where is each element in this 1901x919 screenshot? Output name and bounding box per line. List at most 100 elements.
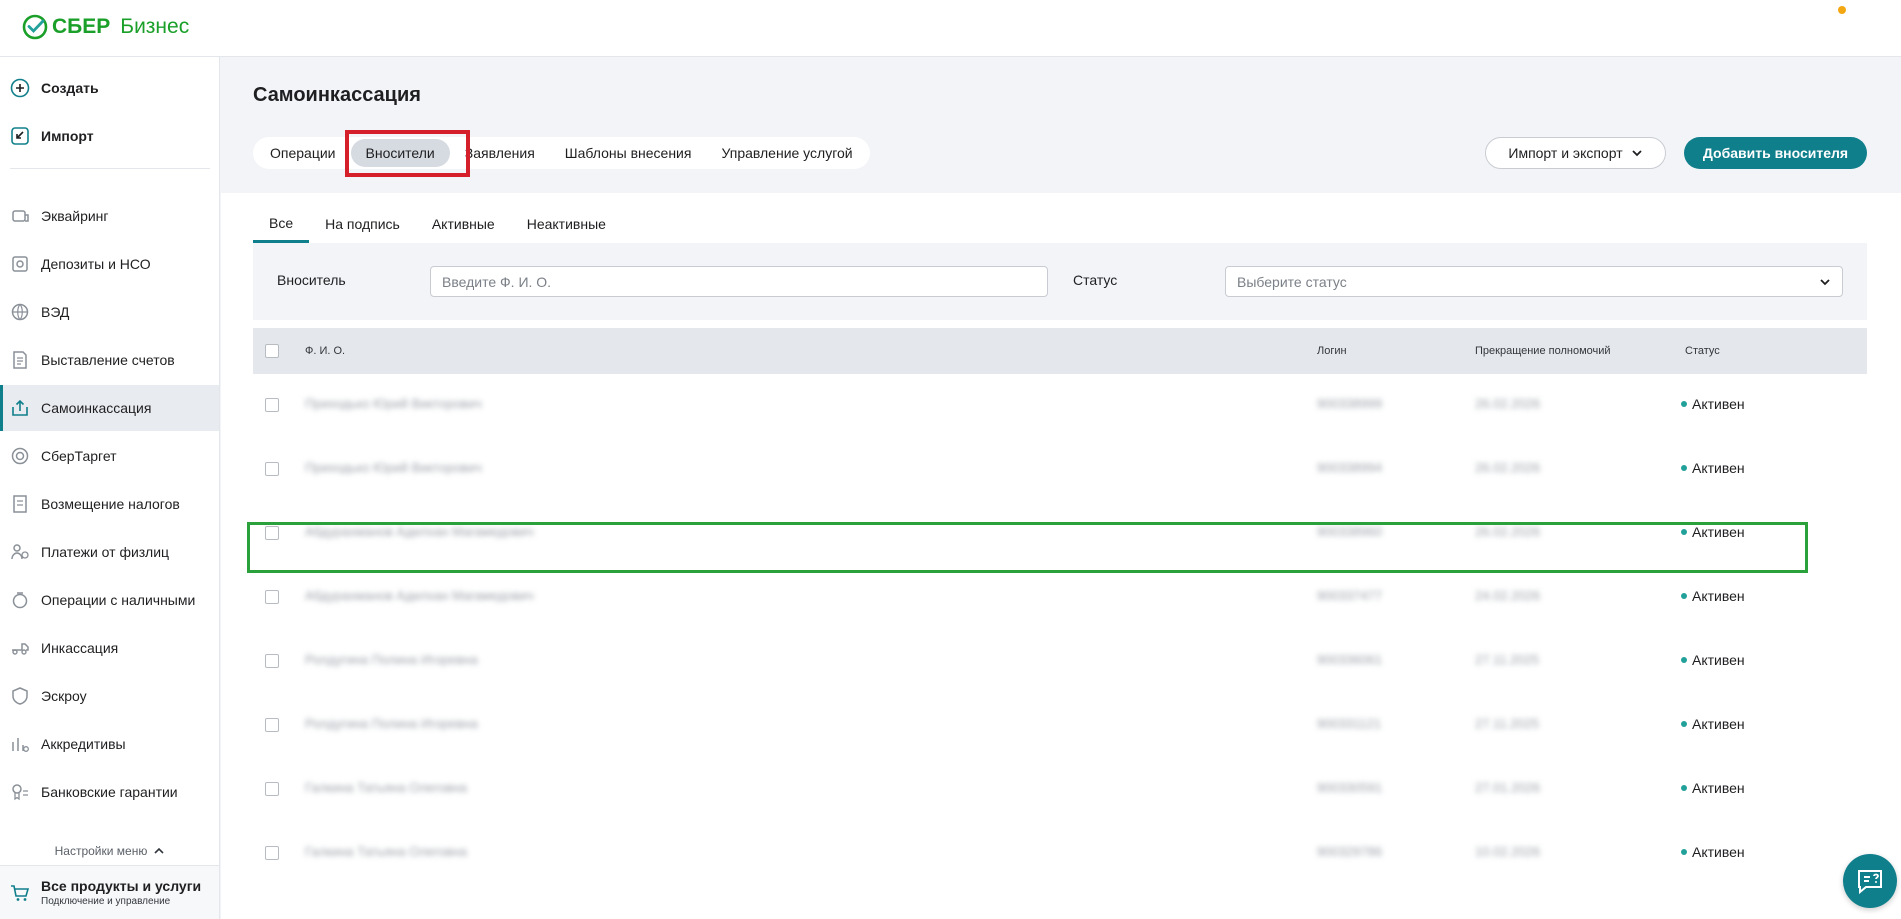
collection-icon [12, 643, 29, 655]
table-row[interactable]: Галкина Татьяна Олеговна 900329786 10.02… [253, 822, 1867, 886]
column-header-login[interactable]: Логин [1317, 345, 1347, 357]
section-tabs: Операции Вносители Заявления Шаблоны вне… [253, 137, 870, 169]
row-checkbox[interactable] [265, 590, 279, 604]
sidebar-item-cash-operations[interactable]: Операции с наличными [0, 577, 219, 623]
letter-of-credit-icon [12, 738, 29, 752]
subtab-active[interactable]: Активные [416, 205, 511, 243]
all-products-subtitle: Подключение и управление [41, 896, 171, 907]
depositor-name: Ролдугина Полина Игоревна [305, 716, 478, 731]
all-products-link[interactable]: Все продукты и услуги Подключение и упра… [0, 865, 219, 919]
import-export-button[interactable]: Импорт и экспорт [1485, 137, 1666, 169]
row-checkbox[interactable] [265, 462, 279, 476]
import-icon [11, 127, 29, 145]
tab-applications[interactable]: Заявления [450, 139, 550, 167]
sidebar-create-button[interactable]: Создать [0, 65, 219, 111]
table-row[interactable]: Абдурахманов Адилхан Магамедович 9003389… [253, 502, 1867, 566]
depositor-name: Приходько Юрий Викторович [305, 460, 482, 475]
depositor-name: Галкина Татьяна Олеговна [305, 780, 467, 795]
add-depositor-button[interactable]: Добавить вносителя [1684, 137, 1867, 169]
table-row[interactable]: Приходько Юрий Викторович 900338999 26.0… [253, 374, 1867, 438]
status-badge: Активен [1681, 652, 1745, 668]
table-row[interactable]: Галкина Татьяна Олеговна 900330591 27.01… [253, 758, 1867, 822]
authority-end-date: 26.02.2026 [1475, 460, 1541, 475]
row-checkbox[interactable] [265, 718, 279, 732]
target-icon [11, 447, 29, 465]
depositor-login: 900331121 [1317, 716, 1382, 731]
sidebar-item-person-payments[interactable]: Платежи от физлиц [0, 529, 219, 575]
sidebar-item-self-collection[interactable]: Самоинкассация [0, 385, 219, 431]
sidebar-import-button[interactable]: Импорт [0, 113, 219, 159]
row-checkbox[interactable] [265, 846, 279, 860]
sidebar-item-label: Самоинкассация [41, 400, 152, 416]
menu-settings-toggle[interactable]: Настройки меню [0, 840, 219, 862]
brand-suffix: Бизнес [120, 15, 190, 38]
table-row[interactable]: Приходько Юрий Викторович 900338994 26.0… [253, 438, 1867, 502]
status-text: Активен [1692, 780, 1745, 796]
authority-end-date: 26.02.2026 [1475, 396, 1541, 411]
depositor-name-placeholder: Введите Ф. И. О. [442, 273, 552, 290]
status-badge: Активен [1681, 588, 1745, 604]
sidebar: Создать Импорт Эквайринг Депозиты и НСО … [0, 57, 220, 919]
table-row[interactable]: Ролдугина Полина Игоревна 900331121 27.1… [253, 694, 1867, 758]
sidebar-import-label: Импорт [41, 128, 94, 144]
subtab-to-sign[interactable]: На подпись [309, 205, 416, 243]
status-text: Активен [1692, 396, 1745, 412]
status-dot [1681, 721, 1687, 727]
sidebar-item-letters-of-credit[interactable]: Аккредитивы [0, 721, 219, 767]
sidebar-item-label: Эквайринг [41, 208, 109, 224]
depositor-name: Приходько Юрий Викторович [305, 396, 482, 411]
sidebar-item-acquiring[interactable]: Эквайринг [0, 193, 219, 239]
depositor-name: Ролдугина Полина Игоревна [305, 652, 478, 667]
row-checkbox[interactable] [265, 782, 279, 796]
tab-service-management[interactable]: Управление услугой [706, 139, 867, 167]
depositor-name: Абдурахманов Адилхан Магамедович [305, 588, 534, 603]
subtab-all[interactable]: Все [253, 205, 310, 243]
chevron-down-icon [1820, 279, 1830, 286]
top-header: СБЕР Бизнес [0, 0, 1901, 57]
table-row[interactable]: Ролдугина Полина Игоревна 900336061 27.1… [253, 630, 1867, 694]
subtab-inactive[interactable]: Неактивные [511, 205, 622, 243]
cash-icon [12, 592, 28, 609]
row-checkbox[interactable] [265, 398, 279, 412]
sidebar-item-deposits[interactable]: Депозиты и НСО [0, 241, 219, 287]
sidebar-item-ved[interactable]: ВЭД [0, 289, 219, 335]
brand-name: СБЕР [52, 15, 111, 38]
status-select[interactable]: Выберите статус [1225, 266, 1843, 297]
chat-help-icon [1858, 870, 1882, 895]
sber-business-logo[interactable]: СБЕР Бизнес [22, 14, 189, 40]
column-header-name[interactable]: Ф. И. О. [305, 345, 345, 357]
tab-deposit-templates[interactable]: Шаблоны внесения [550, 139, 707, 167]
sidebar-item-sbertarget[interactable]: СберТаргет [0, 433, 219, 479]
sidebar-item-label: Выставление счетов [41, 352, 175, 368]
status-text: Активен [1692, 588, 1745, 604]
select-all-checkbox[interactable] [265, 344, 279, 358]
depositor-name-input[interactable]: Введите Ф. И. О. [430, 266, 1048, 297]
status-dot [1681, 785, 1687, 791]
sidebar-item-collection[interactable]: Инкассация [0, 625, 219, 671]
table-row[interactable]: Абдурахманов Адилхан Магамедович 9003374… [253, 566, 1867, 630]
status-badge: Активен [1681, 844, 1745, 860]
notification-indicator [1838, 6, 1846, 14]
authority-end-date: 27.01.2026 [1475, 780, 1541, 795]
column-header-end-date[interactable]: Прекращение полномочий [1475, 345, 1611, 357]
tab-depositors[interactable]: Вносители [350, 139, 450, 167]
plus-circle-icon [10, 78, 30, 98]
sidebar-item-tax-refund[interactable]: Возмещение налогов [0, 481, 219, 527]
column-header-status[interactable]: Статус [1685, 345, 1720, 357]
row-checkbox[interactable] [265, 654, 279, 668]
depositor-name: Галкина Татьяна Олеговна [305, 844, 467, 859]
sidebar-item-invoicing[interactable]: Выставление счетов [0, 337, 219, 383]
sidebar-item-bank-guarantees[interactable]: Банковские гарантии [0, 769, 219, 815]
globe-icon [11, 303, 29, 321]
sidebar-item-label: Банковские гарантии [41, 784, 178, 800]
row-checkbox[interactable] [265, 526, 279, 540]
authority-end-date: 27.11.2025 [1475, 652, 1540, 667]
sidebar-item-label: Платежи от физлиц [41, 544, 170, 560]
sidebar-item-label: Возмещение налогов [41, 496, 180, 512]
chevron-down-icon [1631, 150, 1642, 157]
tab-operations[interactable]: Операции [255, 139, 351, 167]
sidebar-item-escrow[interactable]: Эскроу [0, 673, 219, 719]
status-badge: Активен [1681, 524, 1745, 540]
status-dot [1681, 401, 1687, 407]
support-chat-button[interactable] [1843, 854, 1897, 908]
